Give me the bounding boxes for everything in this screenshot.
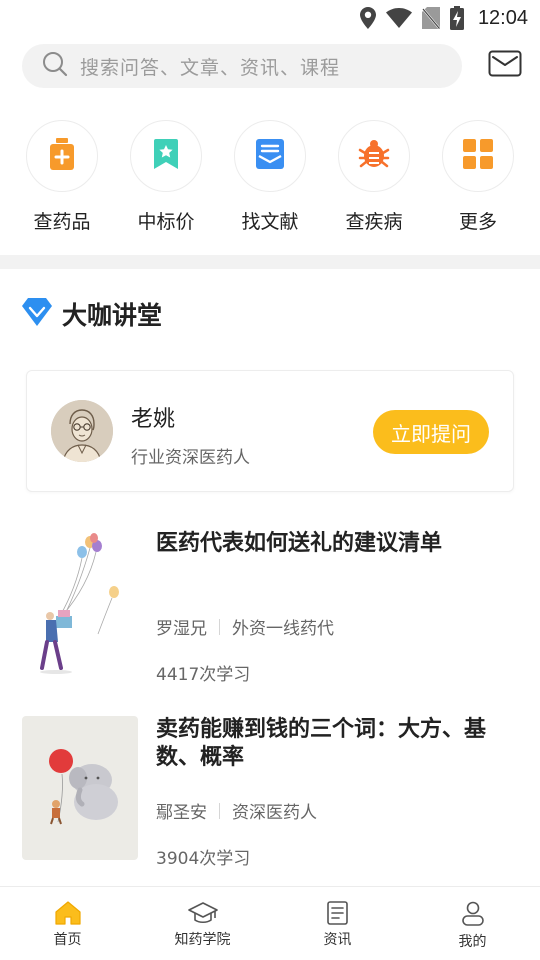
expert-name: 老姚	[131, 407, 176, 432]
mail-icon	[488, 50, 522, 82]
wifi-icon	[385, 8, 412, 28]
quick-action-label: 更多	[458, 211, 497, 233]
tab-label: 资讯	[323, 932, 352, 948]
quick-action-label: 查疾病	[345, 211, 403, 233]
quick-action-more[interactable]: 更多	[426, 120, 530, 234]
location-icon	[359, 7, 376, 29]
article-study-count: 3904次学习	[156, 849, 251, 869]
tab-label: 我的	[458, 934, 487, 950]
status-bar: 12:04	[0, 0, 540, 36]
quick-action-medicine[interactable]: 查药品	[10, 120, 114, 234]
tab-label: 首页	[53, 932, 82, 948]
article-author-title: 资深医药人	[232, 803, 317, 823]
search-icon	[42, 51, 68, 81]
article-title: 卖药能赚到钱的三个词：大方、基数、概率	[156, 717, 487, 770]
article-meta: 鄢圣安 资深医药人	[156, 798, 317, 823]
article-author: 鄢圣安	[156, 803, 207, 823]
bottom-tab-bar: 首页 知药学院 资讯 我的	[0, 886, 540, 960]
grid-four-icon	[463, 139, 493, 173]
section-divider	[0, 255, 540, 269]
quick-action-circle	[442, 120, 514, 192]
expert-card[interactable]: 老姚 行业资深医药人 立即提问	[26, 370, 514, 492]
mail-button[interactable]	[488, 50, 522, 80]
quick-actions: 查药品 中标价 找文献 查疾病 更多	[0, 120, 540, 240]
battery-charging-icon	[449, 6, 464, 30]
quick-action-circle	[338, 120, 410, 192]
quick-action-literature[interactable]: 找文献	[218, 120, 322, 234]
article-author: 罗湿兄	[156, 619, 207, 639]
quick-action-label: 中标价	[137, 211, 195, 233]
quick-action-label: 查药品	[33, 211, 91, 233]
bookmark-star-icon	[153, 139, 179, 173]
tab-news[interactable]: 资讯	[270, 887, 405, 960]
tab-home[interactable]: 首页	[0, 887, 135, 960]
meta-separator	[219, 618, 220, 635]
article-study-count: 4417次学习	[156, 665, 251, 685]
virus-bug-icon	[358, 139, 390, 173]
tab-label: 知药学院	[174, 932, 231, 948]
diamond-icon	[22, 298, 52, 330]
status-time: 12:04	[477, 6, 528, 29]
user-icon	[405, 901, 540, 927]
no-sim-icon	[421, 7, 440, 29]
section-header: 大咖讲堂	[22, 296, 162, 332]
article-meta: 罗湿兄 外资一线药代	[156, 614, 334, 639]
search-row: 搜索问答、文章、资讯、课程	[22, 44, 522, 88]
ask-now-button[interactable]: 立即提问	[373, 410, 489, 454]
quick-action-disease[interactable]: 查疾病	[322, 120, 426, 234]
article-thumbnail-balloons	[22, 530, 138, 674]
quick-action-circle	[234, 120, 306, 192]
document-envelope-icon	[256, 139, 284, 173]
article-item[interactable]: 卖药能赚到钱的三个词：大方、基数、概率 鄢圣安 资深医药人 3904次学习	[22, 716, 522, 869]
article-title: 医药代表如何送礼的建议清单	[156, 531, 443, 556]
quick-action-circle	[130, 120, 202, 192]
article-thumbnail-elephant	[22, 716, 138, 860]
medicine-bottle-icon	[49, 138, 75, 174]
news-icon	[270, 901, 405, 925]
home-icon	[0, 901, 135, 925]
search-placeholder: 搜索问答、文章、资讯、课程	[80, 56, 341, 79]
graduation-cap-icon	[135, 901, 270, 925]
meta-separator	[219, 802, 220, 819]
quick-action-bid-price[interactable]: 中标价	[114, 120, 218, 234]
section-title: 大咖讲堂	[62, 301, 163, 330]
tab-mine[interactable]: 我的	[405, 887, 540, 960]
expert-title: 行业资深医药人	[131, 448, 250, 468]
article-item[interactable]: 医药代表如何送礼的建议清单 罗湿兄 外资一线药代 4417次学习	[22, 530, 522, 685]
search-input[interactable]: 搜索问答、文章、资讯、课程	[22, 44, 462, 88]
article-author-title: 外资一线药代	[232, 619, 334, 639]
tab-academy[interactable]: 知药学院	[135, 887, 270, 960]
quick-action-label: 找文献	[241, 211, 299, 233]
status-icons: 12:04	[359, 5, 528, 31]
avatar	[51, 400, 113, 462]
quick-action-circle	[26, 120, 98, 192]
